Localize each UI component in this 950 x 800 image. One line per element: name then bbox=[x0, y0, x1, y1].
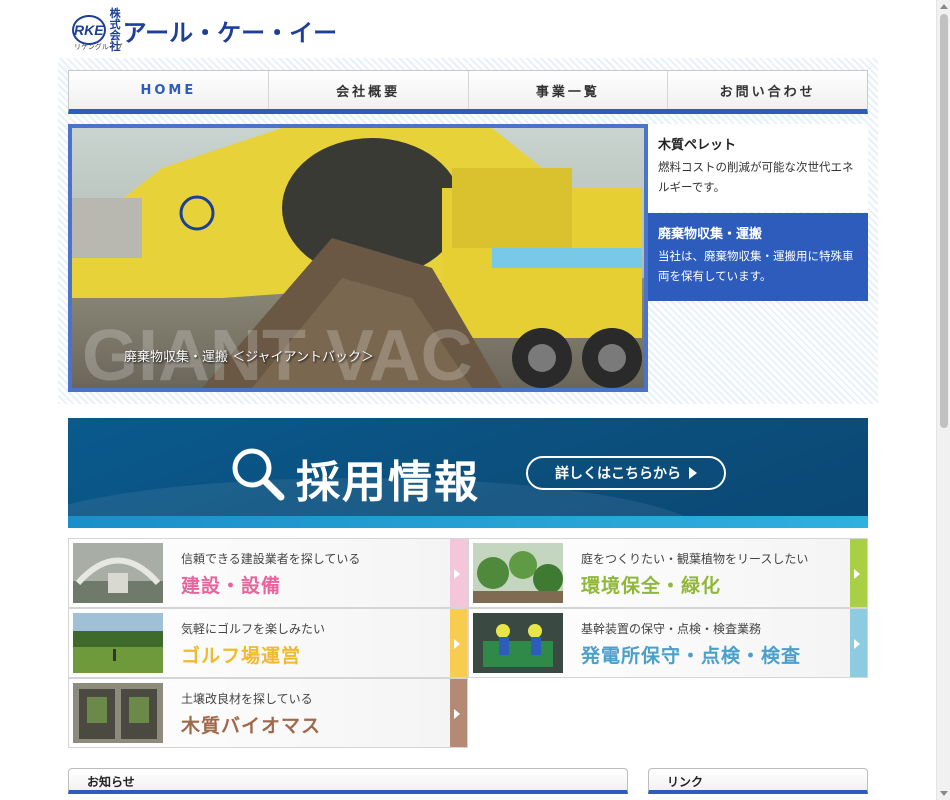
nav-business-list[interactable]: 事業一覧 bbox=[469, 71, 669, 109]
side-item-title: 木質ペレット bbox=[658, 138, 737, 153]
construction-photo bbox=[73, 543, 163, 603]
side-item-text: 当社は、廃棄物収集・運搬用に特殊車両を保有しています。 bbox=[658, 249, 854, 283]
chevron-right-icon bbox=[850, 539, 867, 607]
recruit-title: 採用情報 bbox=[296, 457, 480, 508]
arrow-right-icon bbox=[689, 467, 697, 479]
news-heading: お知らせ bbox=[68, 768, 628, 794]
scroll-thumb[interactable] bbox=[940, 14, 948, 428]
business-card-construction[interactable]: 信頼できる建設業者を探している 建設・設備 bbox=[68, 538, 468, 608]
power-plant-photo bbox=[473, 613, 563, 673]
chevron-right-icon bbox=[450, 539, 467, 607]
logo-mark-icon: RKE bbox=[72, 15, 106, 45]
scroll-down-icon[interactable] bbox=[940, 791, 948, 796]
business-card-power-plant[interactable]: 基幹装置の保守・点検・検査業務 発電所保守・点検・検査 bbox=[468, 608, 868, 678]
recruit-details-button[interactable]: 詳しくはこちらから bbox=[526, 456, 726, 490]
logo-group-label: リケングループ bbox=[74, 43, 123, 51]
search-icon bbox=[232, 448, 285, 501]
side-item-waste-collection[interactable]: 廃棄物収集・運搬 当社は、廃棄物収集・運搬用に特殊車両を保有しています。 bbox=[648, 213, 868, 301]
nav-company-profile[interactable]: 会社概要 bbox=[269, 71, 469, 109]
chevron-right-icon bbox=[850, 609, 867, 677]
recruit-banner[interactable]: 採用情報 詳しくはこちらから bbox=[68, 418, 868, 528]
nav-home[interactable]: HOME bbox=[69, 71, 269, 109]
chevron-right-icon bbox=[450, 679, 467, 747]
business-sub: 信頼できる建設業者を探している bbox=[181, 552, 361, 566]
side-item-title: 廃棄物収集・運搬 bbox=[658, 227, 763, 242]
business-sub: 気軽にゴルフを楽しみたい bbox=[181, 622, 326, 636]
business-card-biomass[interactable]: 土壌改良材を探している 木質バイオマス bbox=[68, 678, 468, 748]
recruit-button-label: 詳しくはこちらから bbox=[555, 466, 681, 482]
vertical-scrollbar[interactable] bbox=[936, 0, 950, 800]
company-logo[interactable]: RKE リケングループ 株式会社 アール・ケー・イー bbox=[72, 8, 337, 52]
business-title: ゴルフ場運営 bbox=[181, 645, 302, 667]
biomass-photo bbox=[73, 683, 163, 743]
global-nav: HOME 会社概要 事業一覧 お問い合わせ bbox=[68, 70, 868, 114]
logo-company-name: アール・ケー・イー bbox=[122, 18, 338, 47]
nav-contact[interactable]: お問い合わせ bbox=[668, 71, 867, 109]
links-heading: リンク bbox=[648, 768, 868, 794]
business-title: 発電所保守・点検・検査 bbox=[581, 645, 802, 667]
business-sub: 庭をつくりたい・観葉植物をリースしたい bbox=[581, 552, 809, 566]
business-title: 環境保全・緑化 bbox=[581, 575, 722, 597]
greenhouse-photo bbox=[473, 543, 563, 603]
business-sub: 土壌改良材を探している bbox=[181, 692, 313, 706]
scroll-up-icon[interactable] bbox=[940, 4, 948, 9]
side-item-text: 燃料コストの削減が可能な次世代エネルギーです。 bbox=[658, 160, 854, 194]
hero-section: HOME 会社概要 事業一覧 お問い合わせ GIANT VAC 廃棄物収集・運搬… bbox=[58, 58, 878, 404]
chevron-right-icon bbox=[450, 609, 467, 677]
hero-slide[interactable]: GIANT VAC 廃棄物収集・運搬 ＜ジャイアントバック＞ bbox=[68, 124, 648, 392]
slide-caption: 廃棄物収集・運搬 ＜ジャイアントバック＞ bbox=[124, 350, 374, 365]
business-card-greening[interactable]: 庭をつくりたい・観葉植物をリースしたい 環境保全・緑化 bbox=[468, 538, 868, 608]
business-title: 建設・設備 bbox=[181, 575, 282, 597]
business-card-golf[interactable]: 気軽にゴルフを楽しみたい ゴルフ場運営 bbox=[68, 608, 468, 678]
side-item-wood-pellet[interactable]: 木質ペレット 燃料コストの削減が可能な次世代エネルギーです。 bbox=[648, 124, 868, 212]
golf-photo bbox=[73, 613, 163, 673]
business-title: 木質バイオマス bbox=[181, 715, 322, 737]
business-sub: 基幹装置の保守・点検・検査業務 bbox=[581, 622, 762, 636]
